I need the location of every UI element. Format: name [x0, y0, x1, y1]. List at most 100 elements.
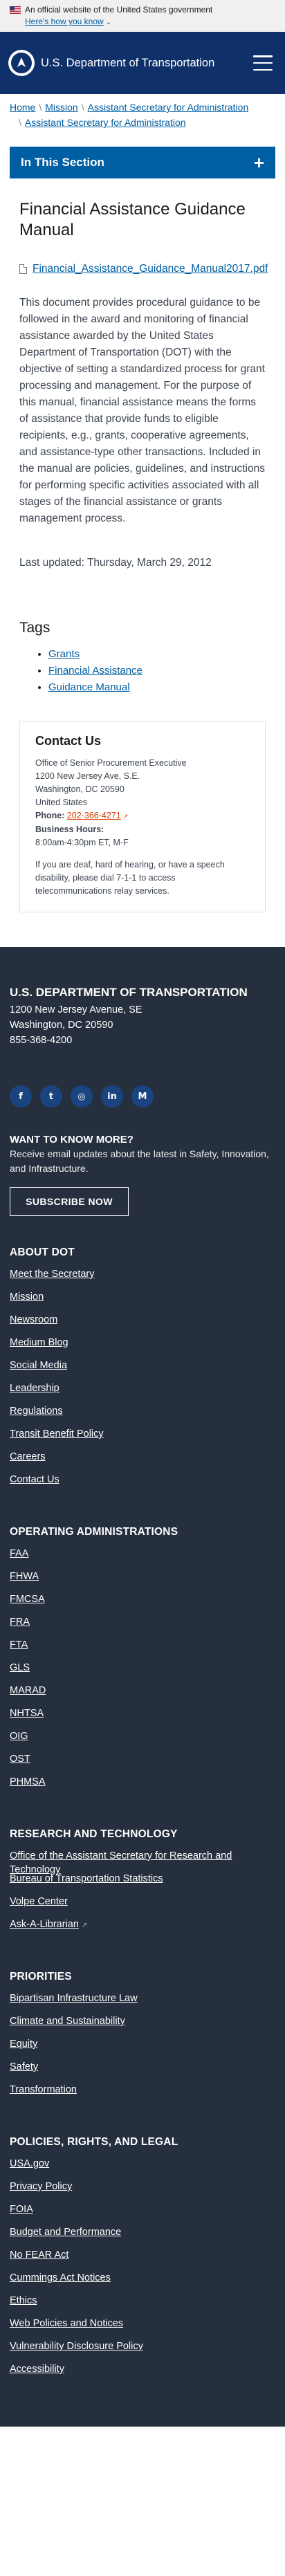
gov-banner: An official website of the United States… — [0, 0, 285, 32]
twitter-icon[interactable]: t — [40, 1085, 62, 1107]
breadcrumb-mission[interactable]: Mission — [45, 102, 77, 113]
footer-link[interactable]: Climate and Sustainability — [10, 2016, 125, 2027]
chevron-down-icon: ⌄ — [105, 19, 112, 26]
footer-link[interactable]: Vulnerability Disclosure Policy — [10, 2341, 143, 2352]
in-this-section-toggle[interactable]: In This Section + — [10, 147, 275, 178]
footer-link[interactable]: Newsroom — [10, 1314, 57, 1325]
footer-link[interactable]: GLS — [10, 1662, 30, 1673]
footer-link[interactable]: Volpe Center — [10, 1896, 68, 1907]
footer-street: 1200 New Jersey Avenue, SE — [10, 1004, 142, 1015]
contact-country: United States — [35, 798, 88, 807]
footer-link[interactable]: Safety — [10, 2061, 38, 2072]
footer-link[interactable]: FRA — [10, 1617, 30, 1628]
footer-link[interactable]: Transit Benefit Policy — [10, 1428, 104, 1439]
footer-list-item: Transit Benefit Policy — [10, 1427, 275, 1450]
footer-list-item: FHWA — [10, 1570, 275, 1592]
footer-link[interactable]: MARAD — [10, 1685, 46, 1696]
footer-section: Policies, Rights, and Legal USA.gov Privac… — [10, 2136, 275, 2385]
footer-link[interactable]: Transformation — [10, 2084, 77, 2095]
footer-link[interactable]: Ethics — [10, 2295, 37, 2306]
footer-link[interactable]: Medium Blog — [10, 1337, 68, 1348]
footer-section-heading: Priorities — [10, 1971, 72, 1982]
footer-link[interactable]: Careers — [10, 1451, 46, 1462]
footer-link[interactable]: FOIA — [10, 2204, 33, 2215]
tag-guidance-manual[interactable]: Guidance Manual — [48, 681, 130, 693]
footer-link[interactable]: Budget and Performance — [10, 2227, 121, 2238]
contact-phone-link[interactable]: 202-366-4271 — [67, 811, 121, 820]
footer-section: Research and Technology Office of the Ass… — [10, 1828, 275, 1940]
tag-financial-assistance[interactable]: Financial Assistance — [48, 665, 142, 677]
footer-link[interactable]: Bureau of Transportation Statistics — [10, 1873, 163, 1884]
tag-grants[interactable]: Grants — [48, 648, 80, 660]
footer-link[interactable]: Social Media — [10, 1360, 67, 1371]
footer-link[interactable]: Meet the Secretary — [10, 1269, 95, 1280]
instagram-icon[interactable]: ◎ — [71, 1085, 93, 1107]
linkedin-icon[interactable]: in — [101, 1085, 123, 1107]
footer-link[interactable]: Ask-A-Librarian — [10, 1919, 79, 1930]
footer-link[interactable]: FAA — [10, 1548, 28, 1559]
footer-list-item: Leadership — [10, 1381, 275, 1404]
site-header: U.S. Department of Transportation — [0, 32, 285, 94]
footer-link[interactable]: Regulations — [10, 1406, 63, 1417]
footer-link[interactable]: Accessibility — [10, 2364, 64, 2375]
hours-label: Business Hours: — [35, 825, 104, 834]
site-logo-link[interactable]: U.S. Department of Transportation — [8, 50, 214, 76]
footer-list-item: GLS — [10, 1661, 275, 1684]
footer-list-item: FAA — [10, 1547, 275, 1570]
footer-link[interactable]: Web Policies and Notices — [10, 2318, 123, 2329]
contact-heading: Contact Us — [35, 734, 102, 748]
footer-list-item: Equity — [10, 2037, 275, 2060]
contact-address: Office of Senior Procurement Executive 1… — [35, 757, 254, 849]
facebook-icon[interactable]: f — [10, 1085, 32, 1107]
gov-banner-text: An official website of the United States… — [25, 5, 213, 15]
footer-link[interactable]: FTA — [10, 1639, 28, 1650]
footer-list-item: Bureau of Transportation Statistics — [10, 1872, 275, 1895]
footer-link[interactable]: Equity — [10, 2039, 37, 2050]
footer-list-item: USA.gov — [10, 2157, 275, 2180]
footer-section: Priorities Bipartisan Infrastructure Law C… — [10, 1971, 275, 2106]
footer-list-item: Regulations — [10, 1404, 275, 1427]
pdf-download-link[interactable]: Financial_Assistance_Guidance_Manual2017… — [33, 263, 268, 275]
footer-link[interactable]: USA.gov — [10, 2158, 49, 2169]
file-attachment: Financial_Assistance_Guidance_Manual2017… — [19, 263, 268, 275]
breadcrumb-assistant-secretary[interactable]: Assistant Secretary for Administration — [88, 102, 249, 113]
footer-address: 1200 New Jersey Avenue, SE Washington, D… — [10, 1002, 275, 1048]
contact-box: Contact Us Office of Senior Procurement … — [19, 721, 266, 912]
footer-list-item: Newsroom — [10, 1313, 275, 1336]
footer-link-list: USA.gov Privacy Policy FOIA Budget and Perf… — [10, 2157, 275, 2385]
footer-link[interactable]: FMCSA — [10, 1594, 45, 1605]
footer-link[interactable]: Contact Us — [10, 1474, 59, 1485]
medium-icon[interactable]: M — [131, 1085, 154, 1107]
footer-city: Washington, DC 20590 — [10, 1020, 113, 1031]
footer-link-list: FAA FHWA FMCSA FRA FTA GLS MARAD NHTSA OIG OST PHM… — [10, 1547, 275, 1798]
footer-link[interactable]: No FEAR Act — [10, 2250, 68, 2261]
contact-office: Office of Senior Procurement Executive — [35, 758, 187, 768]
footer-link[interactable]: Privacy Policy — [10, 2181, 72, 2192]
footer-list-item: Cummings Act Notices — [10, 2271, 275, 2294]
breadcrumb-assistant-secretary-current[interactable]: Assistant Secretary for Administration — [25, 117, 186, 128]
footer-list-item: Volpe Center — [10, 1895, 275, 1917]
footer-link[interactable]: Leadership — [10, 1383, 59, 1394]
footer-list-item: Budget and Performance — [10, 2225, 275, 2248]
footer-link[interactable]: Mission — [10, 1291, 44, 1303]
subscribe-button[interactable]: SUBSCRIBE NOW — [10, 1187, 129, 1216]
footer-link[interactable]: OIG — [10, 1731, 28, 1742]
footer-list-item: No FEAR Act — [10, 2248, 275, 2271]
hamburger-menu-icon[interactable] — [253, 55, 273, 71]
footer-link[interactable]: NHTSA — [10, 1708, 44, 1719]
footer-link[interactable]: Cummings Act Notices — [10, 2272, 111, 2283]
footer-link[interactable]: Bipartisan Infrastructure Law — [10, 1993, 138, 2004]
breadcrumb-home[interactable]: Home — [10, 102, 35, 113]
footer-link[interactable]: PHMSA — [10, 1776, 46, 1787]
footer-list-item: Bipartisan Infrastructure Law — [10, 1991, 275, 2014]
footer-link[interactable]: FHWA — [10, 1571, 39, 1582]
footer-list-item: Vulnerability Disclosure Policy — [10, 2339, 275, 2362]
footer-list-item: Safety — [10, 2060, 275, 2083]
footer-phone: 855-368-4200 — [10, 1035, 73, 1046]
footer-link[interactable]: OST — [10, 1754, 30, 1765]
footer-list-item: OST — [10, 1752, 275, 1775]
heres-how-you-know-link[interactable]: Here's how you know ⌄ — [25, 17, 111, 26]
breadcrumb: Home \ Mission \ Assistant Secretary for Adm… — [10, 102, 249, 128]
footer-section-heading: Research and Technology — [10, 1828, 178, 1840]
tags-heading: Tags — [19, 620, 50, 636]
